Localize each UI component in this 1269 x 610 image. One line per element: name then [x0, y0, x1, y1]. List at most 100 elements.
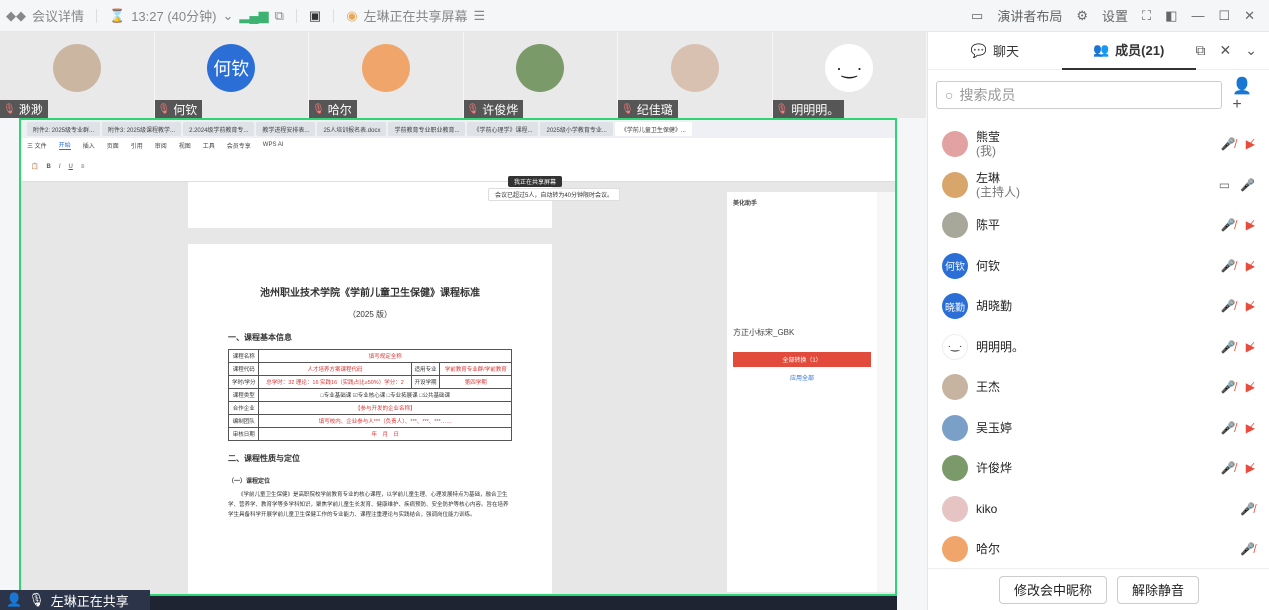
- menu-item[interactable]: 页面: [107, 141, 119, 150]
- mic-off-icon[interactable]: 🎤̸: [1221, 299, 1236, 313]
- align-icon[interactable]: ≡: [81, 164, 85, 170]
- list-item[interactable]: kiko 🎤̸: [928, 489, 1269, 530]
- video-tile[interactable]: 🎙 纪佳璐: [618, 32, 773, 118]
- unmute-button[interactable]: 解除静音: [1117, 575, 1200, 604]
- tab-members[interactable]: 👥 成员(21): [1061, 32, 1196, 70]
- chevron-down-icon[interactable]: ⌄: [222, 8, 233, 24]
- menu-item[interactable]: 工具: [203, 141, 215, 150]
- camera-off-icon[interactable]: ▶̸: [1246, 137, 1255, 151]
- sharing-status[interactable]: 左琳正在共享屏幕: [364, 6, 468, 25]
- notes-icon[interactable]: ▣: [309, 8, 321, 24]
- list-item[interactable]: 左琳 (主持人) ▭ 🎤: [928, 165, 1269, 206]
- settings-icon[interactable]: ⚙: [1076, 8, 1088, 24]
- menu-item[interactable]: 开始: [58, 140, 71, 150]
- mic-off-icon[interactable]: 🎤̸: [1221, 340, 1236, 354]
- underline-icon[interactable]: U: [69, 164, 73, 170]
- document-page[interactable]: 池州职业技术学院《学前儿童卫生保健》课程标准 （2025 版） 一、课程基本信息…: [188, 244, 552, 594]
- mic-off-icon[interactable]: 🎤̸: [1221, 137, 1236, 151]
- settings-button[interactable]: 设置: [1102, 6, 1128, 25]
- chevron-down-icon[interactable]: ⌄: [1245, 42, 1257, 59]
- wps-ribbon[interactable]: 📋 B I U ≡: [21, 152, 895, 182]
- popout-icon[interactable]: ⧉: [275, 8, 284, 24]
- camera-off-icon[interactable]: ▶̸: [1246, 218, 1255, 232]
- doc-tab[interactable]: 附件3: 2025级课程教学...: [102, 122, 182, 136]
- mic-icon[interactable]: 🎙: [28, 592, 45, 608]
- minimize-icon[interactable]: —: [1191, 8, 1204, 23]
- menu-item[interactable]: 会员专享: [227, 141, 251, 150]
- meeting-logo-icon: ◆◆: [6, 7, 26, 23]
- sidebar-toggle-icon[interactable]: ◧: [1165, 8, 1177, 24]
- bold-icon[interactable]: B: [46, 164, 50, 170]
- menu-item[interactable]: 视图: [179, 141, 191, 150]
- list-item[interactable]: ·‿· 明明明。 🎤̸ ▶̸: [928, 327, 1269, 368]
- document-area[interactable]: 池州职业技术学院《学前儿童卫生保健》课程标准 （2025 版） 一、课程基本信息…: [21, 182, 721, 594]
- menu-item[interactable]: 插入: [83, 141, 95, 150]
- list-item[interactable]: 哈尔 🎤̸: [928, 529, 1269, 570]
- doc-tab[interactable]: 附件2: 2025级专业群...: [27, 122, 101, 136]
- camera-off-icon[interactable]: ▶̸: [1246, 299, 1255, 313]
- video-tile[interactable]: 🎙 哈尔: [309, 32, 464, 118]
- camera-off-icon[interactable]: ▶̸: [1246, 421, 1255, 435]
- doc-tab-active[interactable]: 《学前儿童卫生保健》...: [614, 122, 692, 136]
- invite-member-icon[interactable]: 👤+: [1232, 76, 1261, 114]
- tab-chat[interactable]: 💬 聊天: [928, 32, 1062, 70]
- doc-tab[interactable]: 《学前心理学》课程...: [467, 122, 539, 136]
- search-members-input[interactable]: ○ 搜索成员: [936, 81, 1223, 109]
- video-tile[interactable]: 🎙 许俊烨: [463, 32, 618, 118]
- mic-off-icon[interactable]: 🎤̸: [1221, 380, 1236, 394]
- close-icon[interactable]: ✕: [1220, 42, 1232, 59]
- sharing-indicator[interactable]: 我正在共享屏幕: [508, 176, 563, 187]
- menu-item[interactable]: 审阅: [155, 141, 167, 150]
- italic-icon[interactable]: I: [59, 164, 61, 170]
- video-tile[interactable]: ·‿· 🎙 明明明。: [772, 32, 927, 118]
- list-item[interactable]: 许俊烨 🎤̸ ▶̸: [928, 448, 1269, 489]
- camera-off-icon[interactable]: ▶̸: [1246, 259, 1255, 273]
- layout-button[interactable]: 演讲者布局: [997, 6, 1062, 25]
- list-item[interactable]: 吴玉婷 🎤̸ ▶̸: [928, 408, 1269, 449]
- meeting-details-link[interactable]: 会议详情: [32, 6, 84, 25]
- doc-tab[interactable]: 2.2024级学前教育专...: [183, 122, 255, 136]
- camera-off-icon[interactable]: ▶̸: [1246, 461, 1255, 475]
- doc-tab[interactable]: 2025级小学教育专业...: [540, 122, 613, 136]
- menu-item[interactable]: WPS AI: [263, 142, 284, 148]
- video-tile[interactable]: 🎙 渺渺: [0, 32, 155, 118]
- beautify-panel[interactable]: 美化助手 方正小标宋_GBK 全部转换（1） 应用全部: [727, 192, 877, 592]
- screen-share-icon[interactable]: ▭: [1219, 178, 1230, 192]
- mic-on-icon[interactable]: 🎤: [1240, 178, 1255, 192]
- sharing-pill[interactable]: 👤 🎙 左琳正在共享: [0, 590, 150, 610]
- mic-off-icon[interactable]: 🎤̸: [1221, 259, 1236, 273]
- mic-off-icon[interactable]: 🎤̸: [1221, 461, 1236, 475]
- list-item[interactable]: 陈平 🎤̸ ▶̸: [928, 205, 1269, 246]
- popout-icon[interactable]: ⧉: [1196, 42, 1206, 59]
- mic-off-icon[interactable]: 🎤̸: [1221, 421, 1236, 435]
- camera-off-icon[interactable]: ▶̸: [1246, 380, 1255, 394]
- menu-icon[interactable]: ☰: [474, 8, 486, 24]
- apply-all-link[interactable]: 应用全部: [733, 373, 871, 382]
- convert-all-button[interactable]: 全部转换（1）: [733, 352, 871, 367]
- mic-off-icon[interactable]: 🎤̸: [1240, 502, 1255, 516]
- doc-tab[interactable]: 25人培训报名表.docx: [317, 122, 387, 136]
- mic-off-icon[interactable]: 🎤̸: [1240, 542, 1255, 556]
- list-item[interactable]: 王杰 🎤̸ ▶̸: [928, 367, 1269, 408]
- paste-icon[interactable]: 📋: [31, 163, 38, 170]
- layout-icon[interactable]: ▭: [971, 8, 983, 24]
- meeting-timer[interactable]: 13:27 (40分钟): [131, 6, 216, 25]
- signal-icon[interactable]: ▂▄▆: [239, 8, 268, 24]
- video-tile[interactable]: 何钦 🎙 何钦: [154, 32, 309, 118]
- maximize-icon[interactable]: ☐: [1218, 8, 1230, 24]
- rename-button[interactable]: 修改会中昵称: [998, 575, 1107, 604]
- tool-strip[interactable]: [877, 192, 895, 592]
- doc-tab[interactable]: 教学进程安排表...: [256, 122, 316, 136]
- close-icon[interactable]: ✕: [1244, 8, 1255, 24]
- menu-item[interactable]: 引用: [131, 141, 143, 150]
- list-item[interactable]: 熊莹 (我) 🎤̸ ▶̸: [928, 124, 1269, 165]
- mic-off-icon[interactable]: 🎤̸: [1221, 218, 1236, 232]
- camera-off-icon[interactable]: ▶̸: [1246, 340, 1255, 354]
- avatar: ·‿·: [942, 333, 968, 360]
- menu-item[interactable]: 三 文件: [27, 141, 47, 150]
- shared-screen[interactable]: 附件2: 2025级专业群... 附件3: 2025级课程教学... 2.202…: [19, 118, 897, 596]
- list-item[interactable]: 何钦 何钦 🎤̸ ▶̸: [928, 246, 1269, 287]
- doc-tab[interactable]: 学前教育专业职业教育...: [388, 122, 466, 136]
- list-item[interactable]: 晓勤 胡晓勤 🎤̸ ▶̸: [928, 286, 1269, 327]
- fullscreen-icon[interactable]: ⛶: [1142, 8, 1151, 24]
